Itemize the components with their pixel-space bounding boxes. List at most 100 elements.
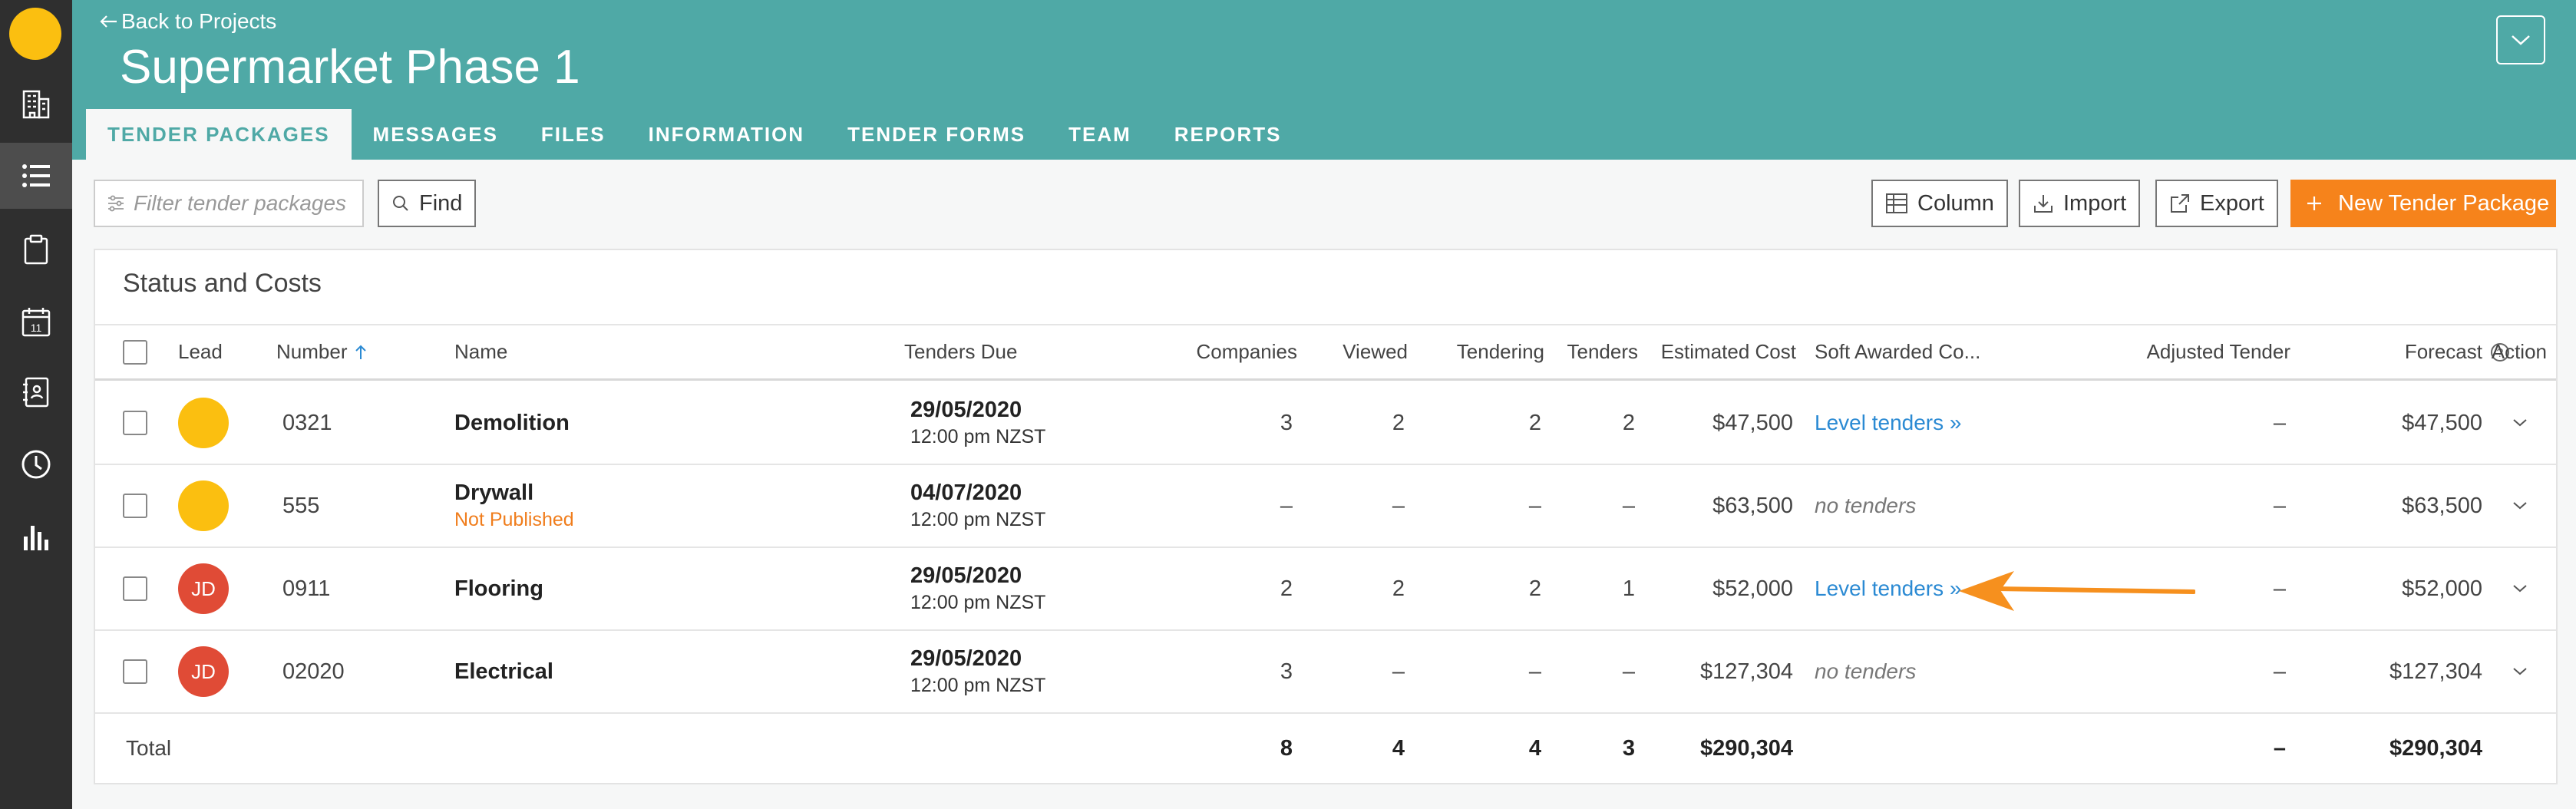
tab-files[interactable]: FILES: [520, 109, 627, 160]
col-tendering[interactable]: Tendering: [1415, 325, 1544, 378]
col-soft-awarded[interactable]: Soft Awarded Co...: [1815, 325, 1980, 378]
tab-tender-forms[interactable]: TENDER FORMS: [826, 109, 1047, 160]
col-lead[interactable]: Lead: [178, 325, 223, 378]
due-date: 29/05/2020: [910, 563, 1022, 588]
avatar: JD: [178, 646, 229, 697]
table-row[interactable]: 555 Drywall Not Published 04/07/2020 12:…: [95, 465, 2556, 548]
col-estimated-cost[interactable]: Estimated Cost: [1653, 325, 1796, 378]
tab-information[interactable]: INFORMATION: [627, 109, 827, 160]
total-companies: 8: [1280, 735, 1293, 761]
building-icon[interactable]: [0, 71, 72, 137]
due-time: 12:00 pm NZST: [910, 592, 1046, 613]
tab-team[interactable]: TEAM: [1047, 109, 1153, 160]
row-action-menu[interactable]: [2512, 631, 2528, 712]
row-name[interactable]: Drywall: [454, 480, 533, 506]
col-tenders-due[interactable]: Tenders Due: [904, 325, 1017, 378]
row-name[interactable]: Demolition: [454, 382, 570, 464]
tab-reports[interactable]: REPORTS: [1153, 109, 1303, 160]
clock-icon[interactable]: [0, 431, 72, 497]
row-forecast: $47,500: [2402, 410, 2482, 435]
tab-messages[interactable]: MESSAGES: [352, 109, 520, 160]
row-companies: 3: [1280, 410, 1293, 435]
col-adjusted-tender[interactable]: Adjusted Tender: [2029, 325, 2290, 378]
lead-cell: JD: [178, 548, 229, 629]
select-all-checkbox-cell: [123, 325, 147, 378]
filter-placeholder: Filter tender packages: [134, 191, 347, 215]
row-checkbox-cell: [123, 631, 147, 712]
row-checkbox-cell: [123, 548, 147, 629]
row-estimated: $47,500: [1712, 410, 1793, 435]
row-viewed: 2: [1392, 410, 1405, 435]
due-date: 29/05/2020: [910, 398, 1022, 422]
chevron-down-icon: [2513, 502, 2527, 510]
total-label: Total: [126, 736, 172, 760]
row-number: 02020: [282, 659, 345, 684]
row-estimated: $52,000: [1712, 576, 1793, 601]
row-checkbox[interactable]: [123, 576, 147, 601]
row-action-menu[interactable]: [2512, 548, 2528, 629]
project-header: Back to Projects Supermarket Phase 1 TEN…: [72, 0, 2576, 160]
row-checkbox-cell: [123, 465, 147, 546]
col-tenders[interactable]: Tenders: [1554, 325, 1639, 378]
col-companies[interactable]: Companies: [1085, 325, 1297, 378]
table-row[interactable]: JD 02020 Electrical 29/05/2020 12:00 pm …: [95, 631, 2556, 714]
filter-input[interactable]: Filter tender packages: [94, 180, 364, 227]
row-adjusted: –: [2273, 493, 2286, 518]
lead-cell: [178, 465, 229, 546]
level-tenders-link[interactable]: Level tenders »: [1815, 548, 1961, 629]
find-button[interactable]: Find: [378, 180, 477, 227]
calendar-icon[interactable]: 11: [0, 289, 72, 355]
total-viewed: 4: [1392, 735, 1405, 761]
back-link-label: Back to Projects: [121, 9, 277, 33]
col-number[interactable]: Number: [276, 325, 367, 378]
bar-chart-icon[interactable]: [0, 504, 72, 570]
due-time: 12:00 pm NZST: [910, 426, 1046, 447]
table-row[interactable]: 0321 Demolition 29/05/2020 12:00 pm NZST…: [95, 382, 2556, 465]
list-icon[interactable]: [0, 143, 72, 209]
row-companies: 3: [1280, 659, 1293, 684]
row-number: 0321: [282, 410, 332, 435]
table-header: Lead Number Name Tenders Due Companies V…: [95, 324, 2556, 381]
user-avatar[interactable]: [9, 8, 61, 60]
project-menu-button[interactable]: [2496, 15, 2545, 64]
select-all-checkbox[interactable]: [123, 339, 147, 365]
contacts-book-icon[interactable]: [0, 359, 72, 425]
row-tenders: 2: [1622, 410, 1635, 435]
new-package-label: New Tender Package: [2338, 190, 2550, 216]
row-name[interactable]: Electrical: [454, 631, 553, 712]
total-tenders: 3: [1622, 735, 1635, 761]
clipboard-icon[interactable]: [0, 216, 72, 282]
row-checkbox[interactable]: [123, 411, 147, 435]
status-badge: Not Published: [454, 509, 574, 530]
col-name[interactable]: Name: [454, 325, 507, 378]
row-action-menu[interactable]: [2512, 382, 2528, 464]
row-action-menu[interactable]: [2512, 465, 2528, 546]
row-tenders: –: [1622, 493, 1635, 518]
arrow-left-icon: [100, 15, 117, 28]
avatar: [178, 398, 229, 448]
export-icon: [2171, 194, 2189, 213]
col-viewed[interactable]: Viewed: [1308, 325, 1408, 378]
export-button[interactable]: Export: [2155, 180, 2278, 227]
avatar: [178, 480, 229, 531]
row-checkbox[interactable]: [123, 494, 147, 518]
column-label: Column: [1917, 190, 1994, 216]
page-title: Supermarket Phase 1: [120, 41, 580, 94]
calendar-day: 11: [31, 322, 42, 334]
total-estimated: $290,304: [1700, 735, 1793, 761]
row-name[interactable]: Flooring: [454, 548, 543, 629]
row-checkbox[interactable]: [123, 659, 147, 684]
back-to-projects-link[interactable]: Back to Projects: [100, 9, 276, 34]
col-action[interactable]: Action: [2444, 325, 2547, 378]
table-columns-icon: [1886, 193, 1907, 213]
new-tender-package-button[interactable]: New Tender Package: [2290, 180, 2556, 227]
level-tenders-link[interactable]: Level tenders »: [1815, 382, 1961, 464]
column-button[interactable]: Column: [1871, 180, 2008, 227]
filter-sliders-icon: [108, 195, 124, 212]
row-forecast: $63,500: [2402, 493, 2482, 518]
tab-tender-packages[interactable]: TENDER PACKAGES: [86, 109, 352, 160]
total-row: Total 8 4 4 3 $290,304 – $290,304: [95, 714, 2556, 783]
row-name-cell: Drywall Not Published: [454, 465, 574, 546]
lead-cell: [178, 382, 229, 464]
import-button[interactable]: Import: [2019, 180, 2141, 227]
